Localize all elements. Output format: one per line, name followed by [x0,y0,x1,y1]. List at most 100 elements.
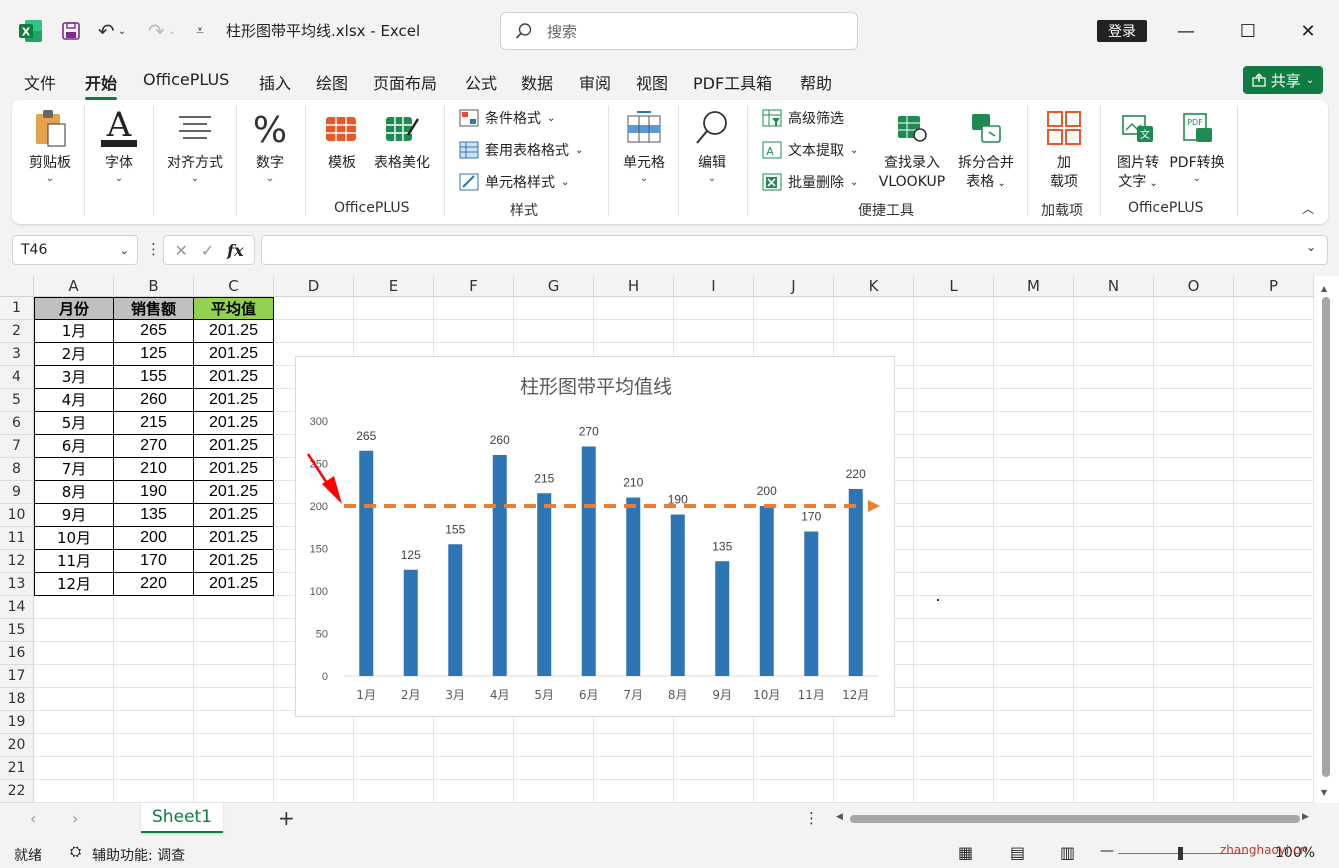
chart-area[interactable]: 柱形图带平均值线 0 50 100 150 200 250 300 265 1月 125 2月 155 3… [295,356,895,717]
maximize-icon[interactable]: ☐ [1228,16,1268,46]
number-format-button[interactable]: % 数字 ⌄ [248,104,292,185]
close-icon[interactable]: ✕ [1288,16,1328,46]
column-header[interactable]: I [674,276,754,297]
column-header[interactable]: J [754,276,834,297]
addins-button[interactable]: 加 载项 [1036,104,1092,192]
table-cell[interactable]: 170 [114,550,194,573]
redo-icon[interactable]: ↷ ⌄ [142,18,182,44]
search-box[interactable]: 搜索 [500,12,858,50]
batch-delete-button[interactable]: 批量删除 ⌄ [762,172,858,192]
table-cell[interactable]: 8月 [34,481,114,504]
row-header[interactable]: 6 [0,412,34,435]
row-header[interactable]: 17 [0,665,34,688]
column-header[interactable]: D [274,276,354,297]
column-header[interactable]: G [514,276,594,297]
tab-pdf-tools[interactable]: PDF工具箱 [693,70,772,94]
table-header-cell[interactable]: 平均值 [194,297,274,320]
column-header[interactable]: C [194,276,274,297]
row-header[interactable]: 12 [0,550,34,573]
name-box[interactable]: T46 ⌄ [12,235,138,265]
column-header[interactable]: N [1074,276,1154,297]
horizontal-scrollbar[interactable]: ◀ ▶ [836,811,1314,827]
table-cell[interactable]: 5月 [34,412,114,435]
cells-button[interactable]: 单元格 ⌄ [616,104,672,185]
table-header-cell[interactable]: 销售额 [114,297,194,320]
table-cell[interactable]: 201.25 [194,343,274,366]
share-button[interactable]: 共享 ⌄ [1243,66,1323,94]
column-header[interactable]: K [834,276,914,297]
table-cell[interactable]: 201.25 [194,527,274,550]
vertical-scrollbar[interactable]: ▲ ▼ [1320,284,1332,802]
row-header[interactable]: 2 [0,320,34,343]
cell-styles-button[interactable]: 单元格样式 ⌄ [459,172,569,192]
tab-file[interactable]: 文件 [24,70,56,94]
row-header[interactable]: 10 [0,504,34,527]
table-cell[interactable]: 201.25 [194,435,274,458]
table-cell[interactable]: 11月 [34,550,114,573]
tab-review[interactable]: 审阅 [579,70,611,94]
table-cell[interactable]: 201.25 [194,366,274,389]
table-cell[interactable]: 220 [114,573,194,596]
table-cell[interactable]: 3月 [34,366,114,389]
conditional-format-button[interactable]: 条件格式 ⌄ [459,108,555,128]
table-cell[interactable]: 4月 [34,389,114,412]
table-cell[interactable]: 7月 [34,458,114,481]
table-cell[interactable]: 201.25 [194,320,274,343]
text-extract-button[interactable]: A 文本提取 ⌄ [762,140,858,160]
accessibility-status[interactable]: 辅助功能: 调查 [92,845,185,865]
table-cell[interactable]: 135 [114,504,194,527]
table-header-cell[interactable]: 月份 [34,297,114,320]
image-to-text-button[interactable]: 文 图片转 文字 ⌄ [1110,104,1166,193]
table-cell[interactable]: 125 [114,343,194,366]
login-button[interactable]: 登录 [1097,20,1147,42]
font-button[interactable]: A 字体 ⌄ [96,104,142,185]
column-header[interactable]: M [994,276,1074,297]
table-cell[interactable]: 260 [114,389,194,412]
row-header[interactable]: 19 [0,711,34,734]
row-header[interactable]: 16 [0,642,34,665]
clipboard-button[interactable]: 剪贴板 ⌄ [26,104,74,185]
table-cell[interactable]: 201.25 [194,504,274,527]
page-break-view-icon[interactable]: ▥ [1060,843,1075,862]
table-cell[interactable]: 2月 [34,343,114,366]
row-header[interactable]: 13 [0,573,34,596]
table-cell[interactable]: 1月 [34,320,114,343]
tab-view[interactable]: 视图 [636,70,668,94]
column-header[interactable]: P [1234,276,1314,297]
row-header[interactable]: 14 [0,596,34,619]
save-icon[interactable] [58,18,84,44]
tab-formulas[interactable]: 公式 [465,70,497,94]
tab-data[interactable]: 数据 [521,70,553,94]
normal-view-icon[interactable]: ▦ [958,843,973,862]
column-header[interactable]: A [34,276,114,297]
row-header[interactable]: 8 [0,458,34,481]
tab-page-layout[interactable]: 页面布局 [373,70,437,94]
tab-draw[interactable]: 绘图 [316,70,348,94]
row-header[interactable]: 1 [0,297,34,320]
row-header[interactable]: 21 [0,757,34,780]
collapse-ribbon-icon[interactable]: ︿ [1302,200,1314,217]
customize-qat-icon[interactable]: ⩡ [190,18,210,44]
template-button[interactable]: 模板 [320,104,364,173]
table-beautify-button[interactable]: 表格美化 [370,104,434,173]
formula-input[interactable] [261,235,1328,265]
row-header[interactable]: 20 [0,734,34,757]
more-icon[interactable]: ⋮ [146,240,161,258]
worksheet-grid[interactable]: ABCDEFGHIJKLMNOP 1 2 3 4 5 6 7 8 9 10 11 12 13 14 15 16… [0,276,1339,803]
table-cell[interactable]: 190 [114,481,194,504]
vlookup-button[interactable]: 查找录入 VLOOKUP [874,104,950,192]
zoom-slider-thumb[interactable] [1178,847,1183,860]
table-cell[interactable]: 6月 [34,435,114,458]
scroll-left-icon[interactable]: ◀ [836,812,843,822]
next-sheet-icon[interactable]: › [72,809,78,828]
column-header[interactable]: B [114,276,194,297]
column-header[interactable]: L [914,276,994,297]
row-header[interactable]: 4 [0,366,34,389]
expand-formula-icon[interactable]: ⌄ [1306,240,1316,254]
row-header[interactable]: 11 [0,527,34,550]
tab-home[interactable]: 开始 [85,70,118,100]
column-header[interactable]: H [594,276,674,297]
alignment-button[interactable]: 对齐方式 ⌄ [162,104,228,185]
row-header[interactable]: 22 [0,780,34,803]
page-layout-view-icon[interactable]: ▤ [1010,843,1025,862]
